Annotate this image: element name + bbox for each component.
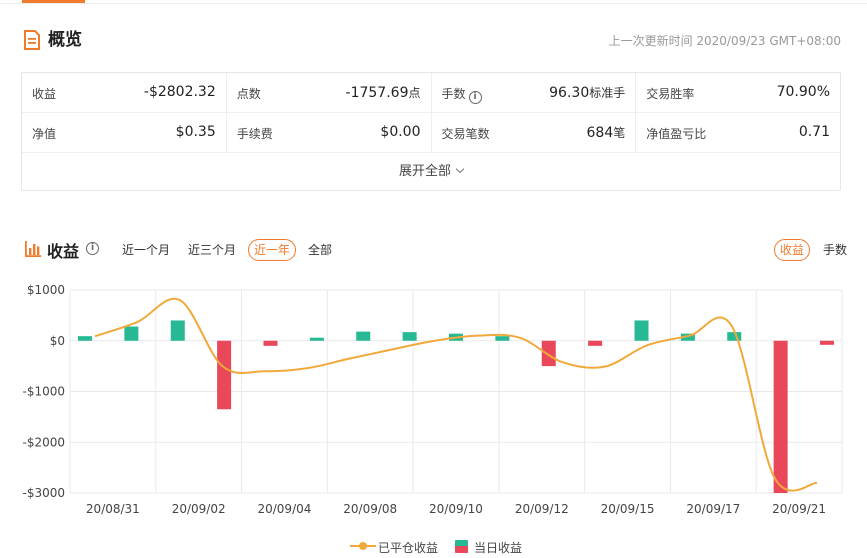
bar-daily-profit [170, 320, 185, 341]
mode-profit-button[interactable]: 收益 [774, 239, 811, 261]
stat-label: 点数 [236, 87, 261, 101]
y-tick-label: $0 [50, 334, 65, 348]
range-one-year-button[interactable]: 近一年 [248, 239, 297, 261]
stats-row: 净值 $0.35 手续费 $0.00 交易笔数 684笔 净值盈亏比 0.71 [22, 113, 840, 153]
x-tick-label: 20/09/21 [772, 502, 826, 516]
line-legend-icon [350, 542, 376, 550]
stat-equity: 净值 $0.35 [22, 113, 227, 153]
profit-title: 收益 [47, 242, 80, 261]
line-closed-profit [94, 297, 818, 492]
bar-chart-icon [25, 241, 41, 257]
top-divider [0, 3, 867, 4]
stat-value: $0.00 [380, 124, 421, 140]
profit-header: 收益 i 近一个月 近三个月 近一年 全部 收益 手数 [24, 237, 849, 263]
bar-legend-icon [455, 540, 468, 553]
x-tick-label: 20/09/04 [257, 502, 311, 516]
expand-all-button[interactable]: 展开全部 [22, 153, 840, 191]
bar-daily-profit [495, 336, 510, 341]
profit-chart: $1000 $0 -$1000 -$2000 -$3000 20/08/31 20/09/0… [22, 283, 843, 516]
bar-daily-profit [634, 320, 649, 341]
update-time: 上一次更新时间 2020/09/23 GMT+08:00 [608, 34, 841, 48]
stat-label: 手数 i [442, 85, 482, 104]
document-icon [24, 30, 40, 50]
stats-panel: 收益 -$2802.32 点数 -1757.69点 手数 i 96.30标准手 交… [21, 72, 841, 191]
x-tick-label: 20/08/31 [86, 502, 140, 516]
bar-daily-profit [773, 340, 788, 493]
range-all-button[interactable]: 全部 [302, 239, 338, 261]
range-one-month-button[interactable]: 近一个月 [116, 239, 176, 261]
stat-value: 70.90% [776, 84, 830, 100]
chevron-down-icon [455, 164, 465, 174]
bar-daily-profit [309, 337, 324, 341]
stat-label: 收益 [32, 87, 57, 101]
x-tick-label: 20/09/08 [343, 502, 397, 516]
overview-header: 概览 上一次更新时间 2020/09/23 GMT+08:00 [24, 28, 841, 54]
x-tick-label: 20/09/10 [429, 502, 483, 516]
legend-daily-profit[interactable]: 当日收益 [474, 539, 522, 556]
y-tick-label: -$2000 [22, 435, 65, 449]
stat-lots: 手数 i 96.30标准手 [432, 73, 637, 113]
info-icon[interactable]: i [468, 91, 482, 104]
x-tick-label: 20/09/17 [686, 502, 740, 516]
stat-value: $0.35 [175, 124, 216, 140]
range-three-months-button[interactable]: 近三个月 [182, 239, 242, 261]
stat-fees: 手续费 $0.00 [227, 113, 432, 153]
chart-legend: 已平仓收益 当日收益 [0, 536, 867, 556]
bar-daily-profit [727, 332, 742, 341]
stat-label: 交易笔数 [441, 127, 490, 141]
y-tick-label: -$3000 [22, 486, 65, 500]
stat-label: 净值 [32, 127, 57, 141]
stat-value: 96.30标准手 [549, 85, 626, 101]
bar-daily-profit [217, 340, 232, 410]
bar-daily-profit [402, 332, 417, 341]
y-tick-label: $1000 [27, 283, 65, 297]
stat-value: -1757.69点 [345, 85, 421, 101]
bar-daily-profit [541, 340, 556, 367]
stat-value: 684笔 [586, 125, 626, 141]
bar-daily-profit [78, 336, 92, 341]
stat-win-rate: 交易胜率 70.90% [636, 73, 840, 113]
x-tick-label: 20/09/15 [601, 502, 655, 516]
mode-lots-button[interactable]: 手数 [817, 239, 853, 261]
legend-closed-profit[interactable]: 已平仓收益 [378, 539, 438, 556]
stat-label: 净值盈亏比 [646, 127, 707, 141]
stat-label: 手续费 [236, 127, 273, 141]
bar-daily-profit [356, 331, 371, 341]
bar-daily-profit [588, 340, 603, 346]
bar-daily-profit [820, 340, 834, 345]
expand-all-label: 展开全部 [398, 164, 451, 179]
stat-equity-ratio: 净值盈亏比 0.71 [636, 113, 840, 153]
info-icon[interactable]: i [86, 242, 99, 255]
x-tick-label: 20/09/02 [172, 502, 226, 516]
stats-row: 收益 -$2802.32 点数 -1757.69点 手数 i 96.30标准手 交… [22, 73, 840, 113]
bar-daily-profit [124, 326, 139, 341]
x-tick-label: 20/09/12 [515, 502, 569, 516]
stat-trade-count: 交易笔数 684笔 [432, 113, 637, 153]
stat-value: 0.71 [798, 124, 830, 140]
bar-daily-profit [263, 340, 278, 346]
overview-title: 概览 [48, 30, 82, 50]
y-tick-label: -$1000 [22, 385, 65, 399]
stat-profit: 收益 -$2802.32 [22, 73, 227, 113]
stat-points: 点数 -1757.69点 [227, 73, 432, 113]
stat-label: 交易胜率 [646, 87, 695, 101]
stat-value: -$2802.32 [143, 84, 216, 100]
